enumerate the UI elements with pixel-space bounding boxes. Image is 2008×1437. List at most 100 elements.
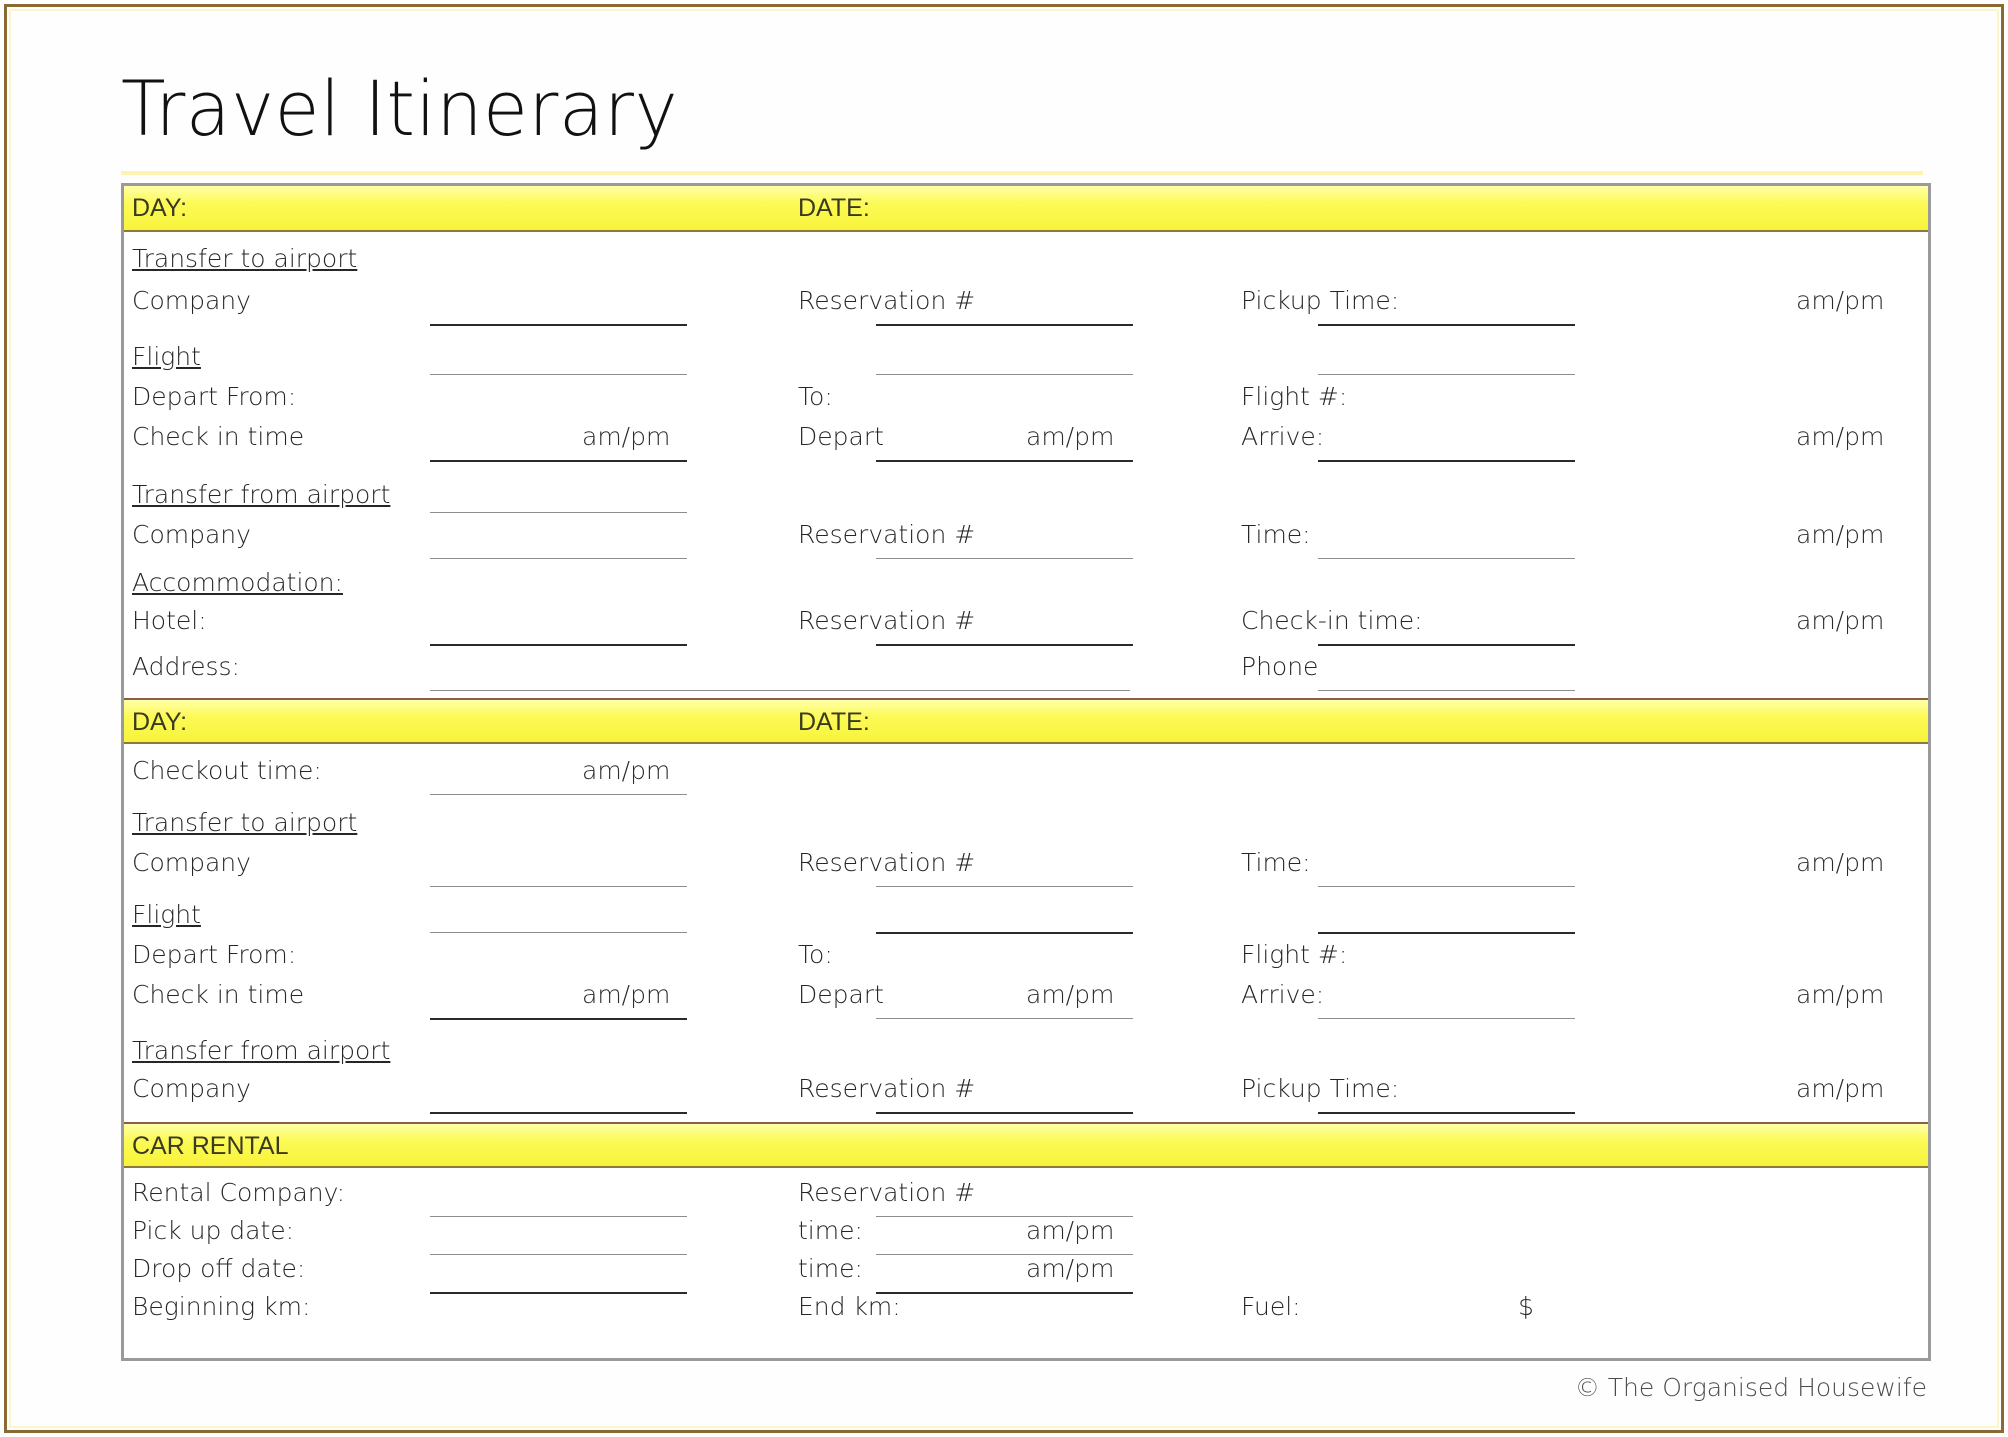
ampm-checkout-time: am/pm (582, 755, 671, 785)
field-transfer4-company[interactable] (430, 1111, 687, 1114)
field-transfer2-reservation[interactable] (876, 557, 1133, 559)
field-flight1-depart-from[interactable] (430, 373, 687, 375)
field-transfer1-pickup-time[interactable] (1318, 323, 1575, 326)
label-rental-company: Rental Company: (132, 1177, 346, 1207)
ampm-transfer-time: am/pm (1796, 519, 1885, 549)
field-rental-company[interactable] (430, 1215, 687, 1217)
ampm-arrive: am/pm (1796, 421, 1885, 451)
car-rental-label: CAR RENTAL (132, 1131, 289, 1160)
title-divider (121, 170, 1923, 175)
field-drop-off-date[interactable] (430, 1291, 687, 1294)
label-depart-from-2: Depart From: (132, 939, 297, 969)
heading-flight-2: Flight (132, 899, 201, 929)
label-pick-up-date: Pick up date: (132, 1215, 295, 1245)
ampm-check-in-time-2: am/pm (582, 979, 671, 1009)
heading-transfer-to-airport-2: Transfer to airport (132, 807, 358, 837)
field-flight2-arrive-time[interactable] (1318, 1017, 1575, 1019)
label-pickup-time: Pickup Time: (1241, 285, 1400, 315)
field-transfer2-company[interactable] (430, 511, 687, 513)
field-flight2-depart-from[interactable] (430, 931, 687, 933)
label-company-3: Company (132, 847, 251, 877)
label-phone: Phone (1241, 651, 1319, 681)
ampm-arrive-2: am/pm (1796, 979, 1885, 1009)
label-hotel-check-in-time: Check-in time: (1241, 605, 1423, 635)
label-check-in-time: Check in time (132, 421, 305, 451)
label-to: To: (798, 381, 833, 411)
label-flight-number: Flight #: (1241, 381, 1348, 411)
field-flight1-to[interactable] (876, 373, 1133, 375)
field-transfer2-time[interactable] (1318, 557, 1575, 559)
section-header-day-one: DAY: DATE: (124, 185, 1928, 232)
label-reservation-2: Reservation # (798, 519, 976, 549)
page-border: Travel Itinerary DAY: DATE: Transfer to … (4, 4, 2004, 1433)
field-transfer1-reservation[interactable] (876, 323, 1133, 326)
field-transfer3-time[interactable] (1318, 885, 1575, 887)
ampm-pickup-time: am/pm (1796, 285, 1885, 315)
field-checkout-time[interactable] (430, 793, 687, 795)
label-flight-number-2: Flight #: (1241, 939, 1348, 969)
field-transfer4-pickup-time[interactable] (1318, 1111, 1575, 1114)
field-flight1-arrive-time[interactable] (1318, 459, 1575, 462)
field-hotel-name[interactable] (430, 643, 687, 646)
field-transfer3-reservation[interactable] (876, 885, 1133, 887)
section-header-car-rental: CAR RENTAL (124, 1121, 1928, 1168)
ampm-transfer-time-2: am/pm (1796, 847, 1885, 877)
field-flight1-check-in-time[interactable] (430, 459, 687, 462)
field-flight2-to[interactable] (876, 931, 1133, 934)
heading-transfer-from-airport-2: Transfer from airport (132, 1035, 391, 1065)
label-reservation-4: Reservation # (798, 847, 976, 877)
field-hotel-address[interactable] (430, 689, 1130, 691)
ampm-hotel-check-in: am/pm (1796, 605, 1885, 635)
label-beginning-km: Beginning km: (132, 1291, 311, 1321)
ampm-depart: am/pm (1026, 421, 1115, 451)
field-flight1-depart-time[interactable] (876, 459, 1133, 462)
label-depart-from: Depart From: (132, 381, 297, 411)
copyright-credit: © The Organised Housewife (1574, 1372, 1927, 1402)
field-drop-off-time[interactable] (876, 1291, 1133, 1294)
section-header-day-two: DAY: DATE: (124, 697, 1928, 744)
itinerary-table: DAY: DATE: Transfer to airport Company R… (121, 182, 1931, 1361)
label-company: Company (132, 285, 251, 315)
field-flight2-check-in-time[interactable] (430, 1017, 687, 1020)
label-fuel: Fuel: (1241, 1291, 1301, 1321)
field-flight1-flight-number[interactable] (1318, 373, 1575, 375)
field-transfer1-company[interactable] (430, 323, 687, 326)
heading-flight: Flight (132, 341, 201, 371)
ampm-drop-off-time: am/pm (1026, 1253, 1115, 1283)
field-flight2-depart-time[interactable] (876, 1017, 1133, 1019)
section-body-day-one-address: Address: Phone (124, 651, 1928, 698)
field-pick-up-date[interactable] (430, 1253, 687, 1255)
ampm-check-in-time: am/pm (582, 421, 671, 451)
label-arrive: Arrive: (1241, 421, 1325, 451)
section-body-day-two-company: Company Reservation # Pickup Time: am/pm (124, 1073, 1928, 1122)
field-hotel-phone[interactable] (1318, 689, 1575, 691)
label-to-2: To: (798, 939, 833, 969)
label-arrive-2: Arrive: (1241, 979, 1325, 1009)
section-body-car-rental: Rental Company: Reservation # Pick up da… (124, 1167, 1928, 1358)
field-transfer4-reservation[interactable] (876, 1111, 1133, 1114)
page-title: Travel Itinerary (121, 64, 679, 153)
label-reservation: Reservation # (798, 285, 976, 315)
field-transfer2-company-line[interactable] (430, 557, 687, 559)
date-label-2: DATE: (798, 707, 870, 736)
label-check-in-time-2: Check in time (132, 979, 305, 1009)
label-checkout-time: Checkout time: (132, 755, 322, 785)
label-hotel: Hotel: (132, 605, 207, 635)
day-label: DAY: (132, 193, 188, 222)
day-label-2: DAY: (132, 707, 188, 736)
label-company-2: Company (132, 519, 251, 549)
date-label: DATE: (798, 193, 870, 222)
label-pick-up-time: time: (798, 1215, 863, 1245)
label-reservation-5: Reservation # (798, 1073, 976, 1103)
field-hotel-check-in-time[interactable] (1318, 643, 1575, 646)
label-time-2: Time: (1241, 847, 1311, 877)
label-depart-2: Depart (798, 979, 884, 1009)
label-address: Address: (132, 651, 240, 681)
heading-accommodation: Accommodation: (132, 567, 343, 597)
label-time: Time: (1241, 519, 1311, 549)
label-rental-reservation: Reservation # (798, 1177, 976, 1207)
field-transfer3-company[interactable] (430, 885, 687, 887)
heading-transfer-to-airport: Transfer to airport (132, 243, 358, 273)
field-flight2-flight-number[interactable] (1318, 931, 1575, 934)
field-hotel-reservation[interactable] (876, 643, 1133, 646)
